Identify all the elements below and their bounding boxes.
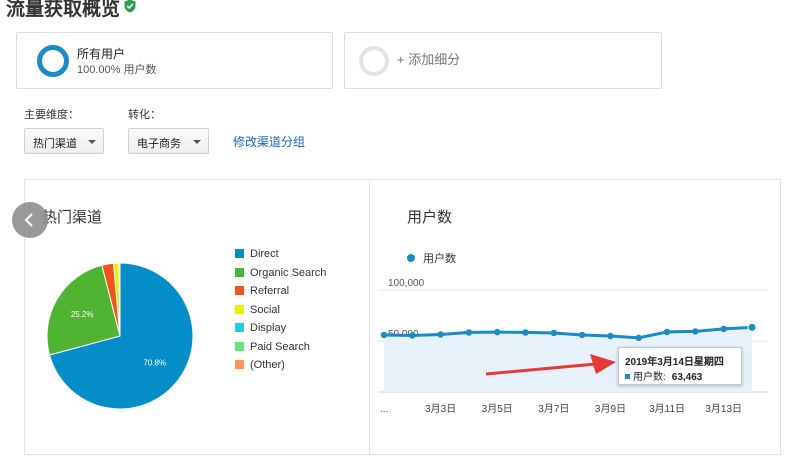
- data-point[interactable]: [465, 329, 473, 336]
- pie-chart-title: 热门渠道: [42, 209, 103, 226]
- data-point[interactable]: [550, 329, 558, 337]
- legend-swatch-icon: [235, 341, 244, 351]
- legend-label: Social: [250, 303, 280, 316]
- tooltip-metric: 用户数:: [633, 372, 666, 383]
- data-point[interactable]: [663, 328, 671, 336]
- legend-item[interactable]: Referral: [235, 285, 289, 297]
- verified-check-icon: [124, 0, 136, 13]
- data-point[interactable]: [494, 328, 501, 336]
- chevron-down-icon: [88, 140, 96, 144]
- conversion-label: 转化：: [128, 109, 161, 121]
- data-point[interactable]: [409, 332, 416, 339]
- dimension-label: 主要维度：: [24, 109, 79, 121]
- edit-channel-grouping-link[interactable]: 修改渠道分组: [233, 133, 305, 150]
- dimension-dropdown[interactable]: 热门渠道: [24, 128, 104, 154]
- legend-item[interactable]: Paid Search: [235, 341, 310, 353]
- chart-tooltip: 2019年3月14日星期四 用户数: 63,463: [618, 347, 742, 385]
- segment-all-users[interactable]: 所有用户 100.00% 用户数: [16, 32, 333, 89]
- page-title: 流量获取概览: [6, 0, 137, 21]
- y-tick-label: 100,000: [388, 278, 425, 289]
- data-point[interactable]: [380, 331, 388, 339]
- conversion-value: 电子商务: [137, 138, 181, 150]
- x-tick-label: 3月9日: [595, 403, 626, 415]
- x-tick-label: 3月3日: [425, 403, 456, 415]
- legend-label: Paid Search: [250, 340, 310, 353]
- dimension-value: 热门渠道: [33, 138, 77, 150]
- pie-slice-label: 70.8%: [143, 359, 166, 368]
- tooltip-date: 2019年3月14日星期四: [625, 357, 724, 368]
- line-legend-label: 用户数: [423, 253, 456, 265]
- legend-label: Organic Search: [250, 266, 327, 279]
- legend-swatch-icon: [235, 360, 244, 369]
- segment-subtitle: 100.00% 用户数: [77, 64, 157, 76]
- x-tick-label: 3月13日: [705, 403, 742, 415]
- pie-slice-label: 25.2%: [71, 310, 94, 319]
- legend-label: Display: [250, 322, 287, 334]
- segment-ring-icon: [37, 45, 69, 77]
- chevron-left-icon: [24, 213, 33, 227]
- legend-swatch-icon: [235, 304, 244, 314]
- data-point[interactable]: [522, 329, 529, 336]
- conversion-dropdown[interactable]: 电子商务: [128, 128, 209, 154]
- data-point[interactable]: [578, 331, 586, 339]
- legend-item[interactable]: Social: [235, 304, 280, 316]
- legend-item[interactable]: Organic Search: [235, 267, 326, 279]
- pie-chart: 70.8% 25.2%: [46, 262, 194, 410]
- x-tick-label: 3月5日: [482, 403, 513, 415]
- legend-swatch-icon: [235, 286, 244, 295]
- data-point[interactable]: [747, 322, 757, 332]
- legend-swatch-icon: [235, 249, 244, 258]
- x-tick-label: 3月11日: [649, 403, 685, 415]
- add-segment-card[interactable]: + 添加细分: [344, 32, 662, 89]
- legend-item[interactable]: Display: [235, 322, 286, 334]
- data-point[interactable]: [692, 328, 699, 335]
- legend-swatch-icon: [235, 267, 244, 277]
- legend-label: Direct: [250, 248, 279, 260]
- tooltip-value: 63,463: [671, 372, 703, 383]
- legend-swatch-icon: [235, 323, 244, 332]
- data-point[interactable]: [437, 331, 444, 338]
- line-legend: 用户数: [407, 250, 456, 266]
- add-segment-label: + 添加细分: [397, 52, 461, 67]
- tooltip-row: 用户数: 63,463: [625, 368, 702, 383]
- previous-chart-button[interactable]: [12, 202, 48, 238]
- legend-label: Referral: [250, 285, 290, 297]
- page-title-text: 流量获取概览: [6, 0, 121, 20]
- legend-item[interactable]: (Other): [235, 359, 285, 371]
- empty-segment-ring-icon: [359, 46, 389, 76]
- legend-item[interactable]: Direct: [235, 248, 279, 260]
- x-tick-label: 3月7日: [538, 403, 569, 415]
- chevron-down-icon: [193, 140, 201, 144]
- series-square-icon: [625, 374, 630, 379]
- series-dot-icon: [407, 254, 415, 262]
- x-tick-label: ...: [380, 404, 388, 415]
- line-chart-title: 用户数: [407, 209, 453, 226]
- data-point[interactable]: [607, 332, 614, 340]
- legend-label: (Other): [250, 359, 285, 371]
- data-point[interactable]: [635, 334, 642, 342]
- data-point[interactable]: [720, 325, 727, 333]
- segment-name: 所有用户: [77, 47, 126, 61]
